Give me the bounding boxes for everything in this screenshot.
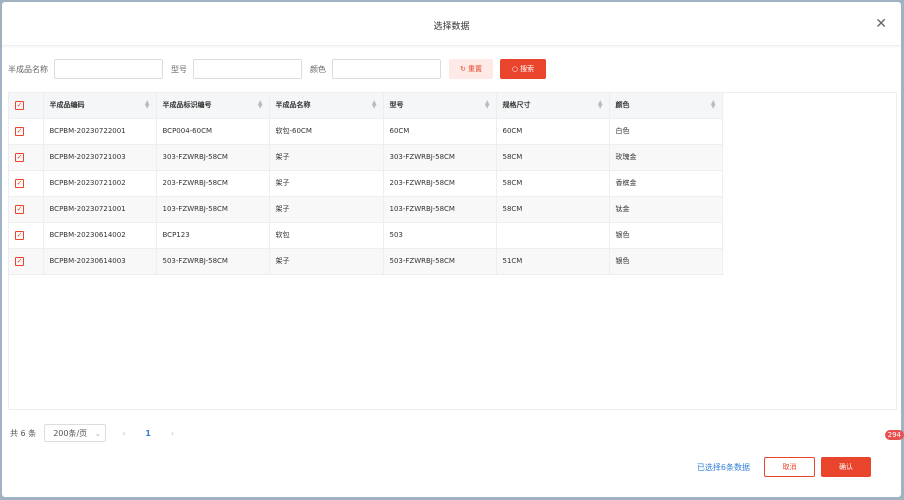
table-cell: BCPBM-20230614003 xyxy=(43,248,157,275)
table-cell: 203-FZWRBJ-58CM xyxy=(156,170,270,197)
table-cell: 软包-60CM xyxy=(269,118,384,145)
name-input[interactable] xyxy=(54,59,163,79)
table-cell: 58CM xyxy=(496,170,610,197)
table-cell: 钛金 xyxy=(609,196,723,223)
table-cell: 玫瑰金 xyxy=(609,144,723,171)
dialog-title: 选择数据 xyxy=(433,22,470,32)
data-table: ✓ 半成品编码 ▲ ▼ 半成品标识编号 ▲ ▼ 半成品名称 ▲ ▼ 型号 ▲ ▼ 规格尺寸 ▲ ▼ … xyxy=(9,93,723,275)
table-row[interactable]: ✓ BCPBM-20230721003 303-FZWRBJ-58CM 架子 303-F… xyxy=(9,144,723,171)
table-cell: 103-FZWRBJ-58CM xyxy=(156,196,270,223)
page-size-select[interactable]: 200条/页 ⌄ xyxy=(44,424,107,442)
table-row[interactable]: ✓ BCPBM-20230614003 503-FZWRBJ-58CM 架子 503-F… xyxy=(9,248,723,275)
row-checkbox[interactable]: ✓ xyxy=(9,222,44,249)
header-model[interactable]: 型号 ▲ ▼ xyxy=(383,93,497,119)
table-cell: BCPBM-20230614002 xyxy=(43,222,157,249)
prev-page-button[interactable]: ‹ xyxy=(122,429,125,438)
table-cell: 103-FZWRBJ-58CM xyxy=(383,196,497,223)
table-cell: 银色 xyxy=(609,222,723,249)
sort-icon[interactable]: ▲ ▼ xyxy=(598,100,603,110)
reset-label: 重置 xyxy=(468,65,483,73)
sort-icon[interactable]: ▲ ▼ xyxy=(145,100,150,110)
color-label: 颜色 xyxy=(310,64,326,74)
table-row[interactable]: ✓ BCPBM-20230614002 BCP123 软包 503 银色 xyxy=(9,222,723,249)
sort-icon[interactable]: ▲ ▼ xyxy=(372,100,377,110)
row-checkbox[interactable]: ✓ xyxy=(9,118,44,145)
header-name[interactable]: 半成品名称 ▲ ▼ xyxy=(269,93,384,119)
table-cell: BCPBM-20230721003 xyxy=(43,144,157,171)
table-cell: 58CM xyxy=(496,196,610,223)
sort-icon[interactable]: ▲ ▼ xyxy=(711,100,716,110)
table-cell: 架子 xyxy=(269,248,384,275)
header-size[interactable]: 规格尺寸 ▲ ▼ xyxy=(496,93,610,119)
table-cell: BCPBM-20230722001 xyxy=(43,118,157,145)
search-label: 搜索 xyxy=(520,65,535,73)
table-cell: 203-FZWRBJ-58CM xyxy=(383,170,497,197)
row-checkbox[interactable]: ✓ xyxy=(9,248,44,275)
dialog-footer: 已选择6条数据 取消 确认 xyxy=(697,457,871,477)
chevron-down-icon: ⌄ xyxy=(94,428,102,438)
row-checkbox[interactable]: ✓ xyxy=(9,196,44,223)
model-label: 型号 xyxy=(171,64,187,74)
table-cell: 60CM xyxy=(496,118,610,145)
select-data-dialog: 选择数据 ✕ 半成品名称 型号 颜色 ↻ 重置 ○ 搜索 ✓ 半成品编码 ▲ ▼ 半… xyxy=(2,2,901,497)
table-cell: BCP004-60CM xyxy=(156,118,270,145)
refresh-icon: ↻ xyxy=(459,65,469,73)
confirm-button[interactable]: 确认 xyxy=(821,457,871,477)
table-cell: 503-FZWRBJ-58CM xyxy=(383,248,497,275)
sort-icon[interactable]: ▲ ▼ xyxy=(258,100,263,110)
reset-button[interactable]: ↻ 重置 xyxy=(449,59,493,79)
row-checkbox[interactable]: ✓ xyxy=(9,170,44,197)
header-id[interactable]: 半成品标识编号 ▲ ▼ xyxy=(156,93,270,119)
table-cell: 51CM xyxy=(496,248,610,275)
header-code[interactable]: 半成品编码 ▲ ▼ xyxy=(43,93,157,119)
table-cell: 银色 xyxy=(609,248,723,275)
data-table-container: ✓ 半成品编码 ▲ ▼ 半成品标识编号 ▲ ▼ 半成品名称 ▲ ▼ 型号 ▲ ▼ 规格尺寸 ▲ ▼ … xyxy=(8,92,897,410)
cancel-button[interactable]: 取消 xyxy=(764,457,815,477)
search-icon: ○ xyxy=(511,65,521,73)
pagination: 共 6 条 200条/页 ⌄ ‹ 1 › xyxy=(10,424,174,442)
name-label: 半成品名称 xyxy=(8,64,48,74)
table-cell: 架子 xyxy=(269,196,384,223)
table-cell xyxy=(496,222,610,249)
table-cell: BCP123 xyxy=(156,222,270,249)
close-icon[interactable]: ✕ xyxy=(875,16,887,32)
table-cell: 架子 xyxy=(269,144,384,171)
header-color[interactable]: 颜色 ▲ ▼ xyxy=(609,93,723,119)
page-1[interactable]: 1 xyxy=(145,429,151,438)
table-cell: 303-FZWRBJ-58CM xyxy=(383,144,497,171)
table-cell: 503-FZWRBJ-58CM xyxy=(156,248,270,275)
filter-bar: 半成品名称 型号 颜色 ↻ 重置 ○ 搜索 xyxy=(8,59,546,79)
sort-icon[interactable]: ▲ ▼ xyxy=(485,100,490,110)
table-cell: 58CM xyxy=(496,144,610,171)
table-row[interactable]: ✓ BCPBM-20230722001 BCP004-60CM 软包-60CM 60CM… xyxy=(9,118,723,145)
table-row[interactable]: ✓ BCPBM-20230721002 203-FZWRBJ-58CM 架子 203-F… xyxy=(9,170,723,197)
table-cell: 香槟金 xyxy=(609,170,723,197)
selected-count: 已选择6条数据 xyxy=(696,462,750,472)
table-cell: 白色 xyxy=(609,118,723,145)
table-cell: BCPBM-20230721001 xyxy=(43,196,157,223)
table-row[interactable]: ✓ BCPBM-20230721001 103-FZWRBJ-58CM 架子 103-F… xyxy=(9,196,723,223)
table-cell: 503 xyxy=(383,222,497,249)
total-count: 共 6 条 xyxy=(10,428,37,438)
color-input[interactable] xyxy=(332,59,441,79)
select-all-checkbox[interactable]: ✓ xyxy=(9,93,44,119)
table-cell: 303-FZWRBJ-58CM xyxy=(156,144,270,171)
next-page-button[interactable]: › xyxy=(171,429,174,438)
notification-badge[interactable]: 294 xyxy=(884,430,904,440)
table-cell: 架子 xyxy=(269,170,384,197)
search-button[interactable]: ○ 搜索 xyxy=(500,59,546,79)
table-cell: 60CM xyxy=(383,118,497,145)
row-checkbox[interactable]: ✓ xyxy=(9,144,44,171)
table-cell: BCPBM-20230721002 xyxy=(43,170,157,197)
dialog-header: 选择数据 ✕ xyxy=(2,2,901,46)
model-input[interactable] xyxy=(193,59,302,79)
table-cell: 软包 xyxy=(269,222,384,249)
